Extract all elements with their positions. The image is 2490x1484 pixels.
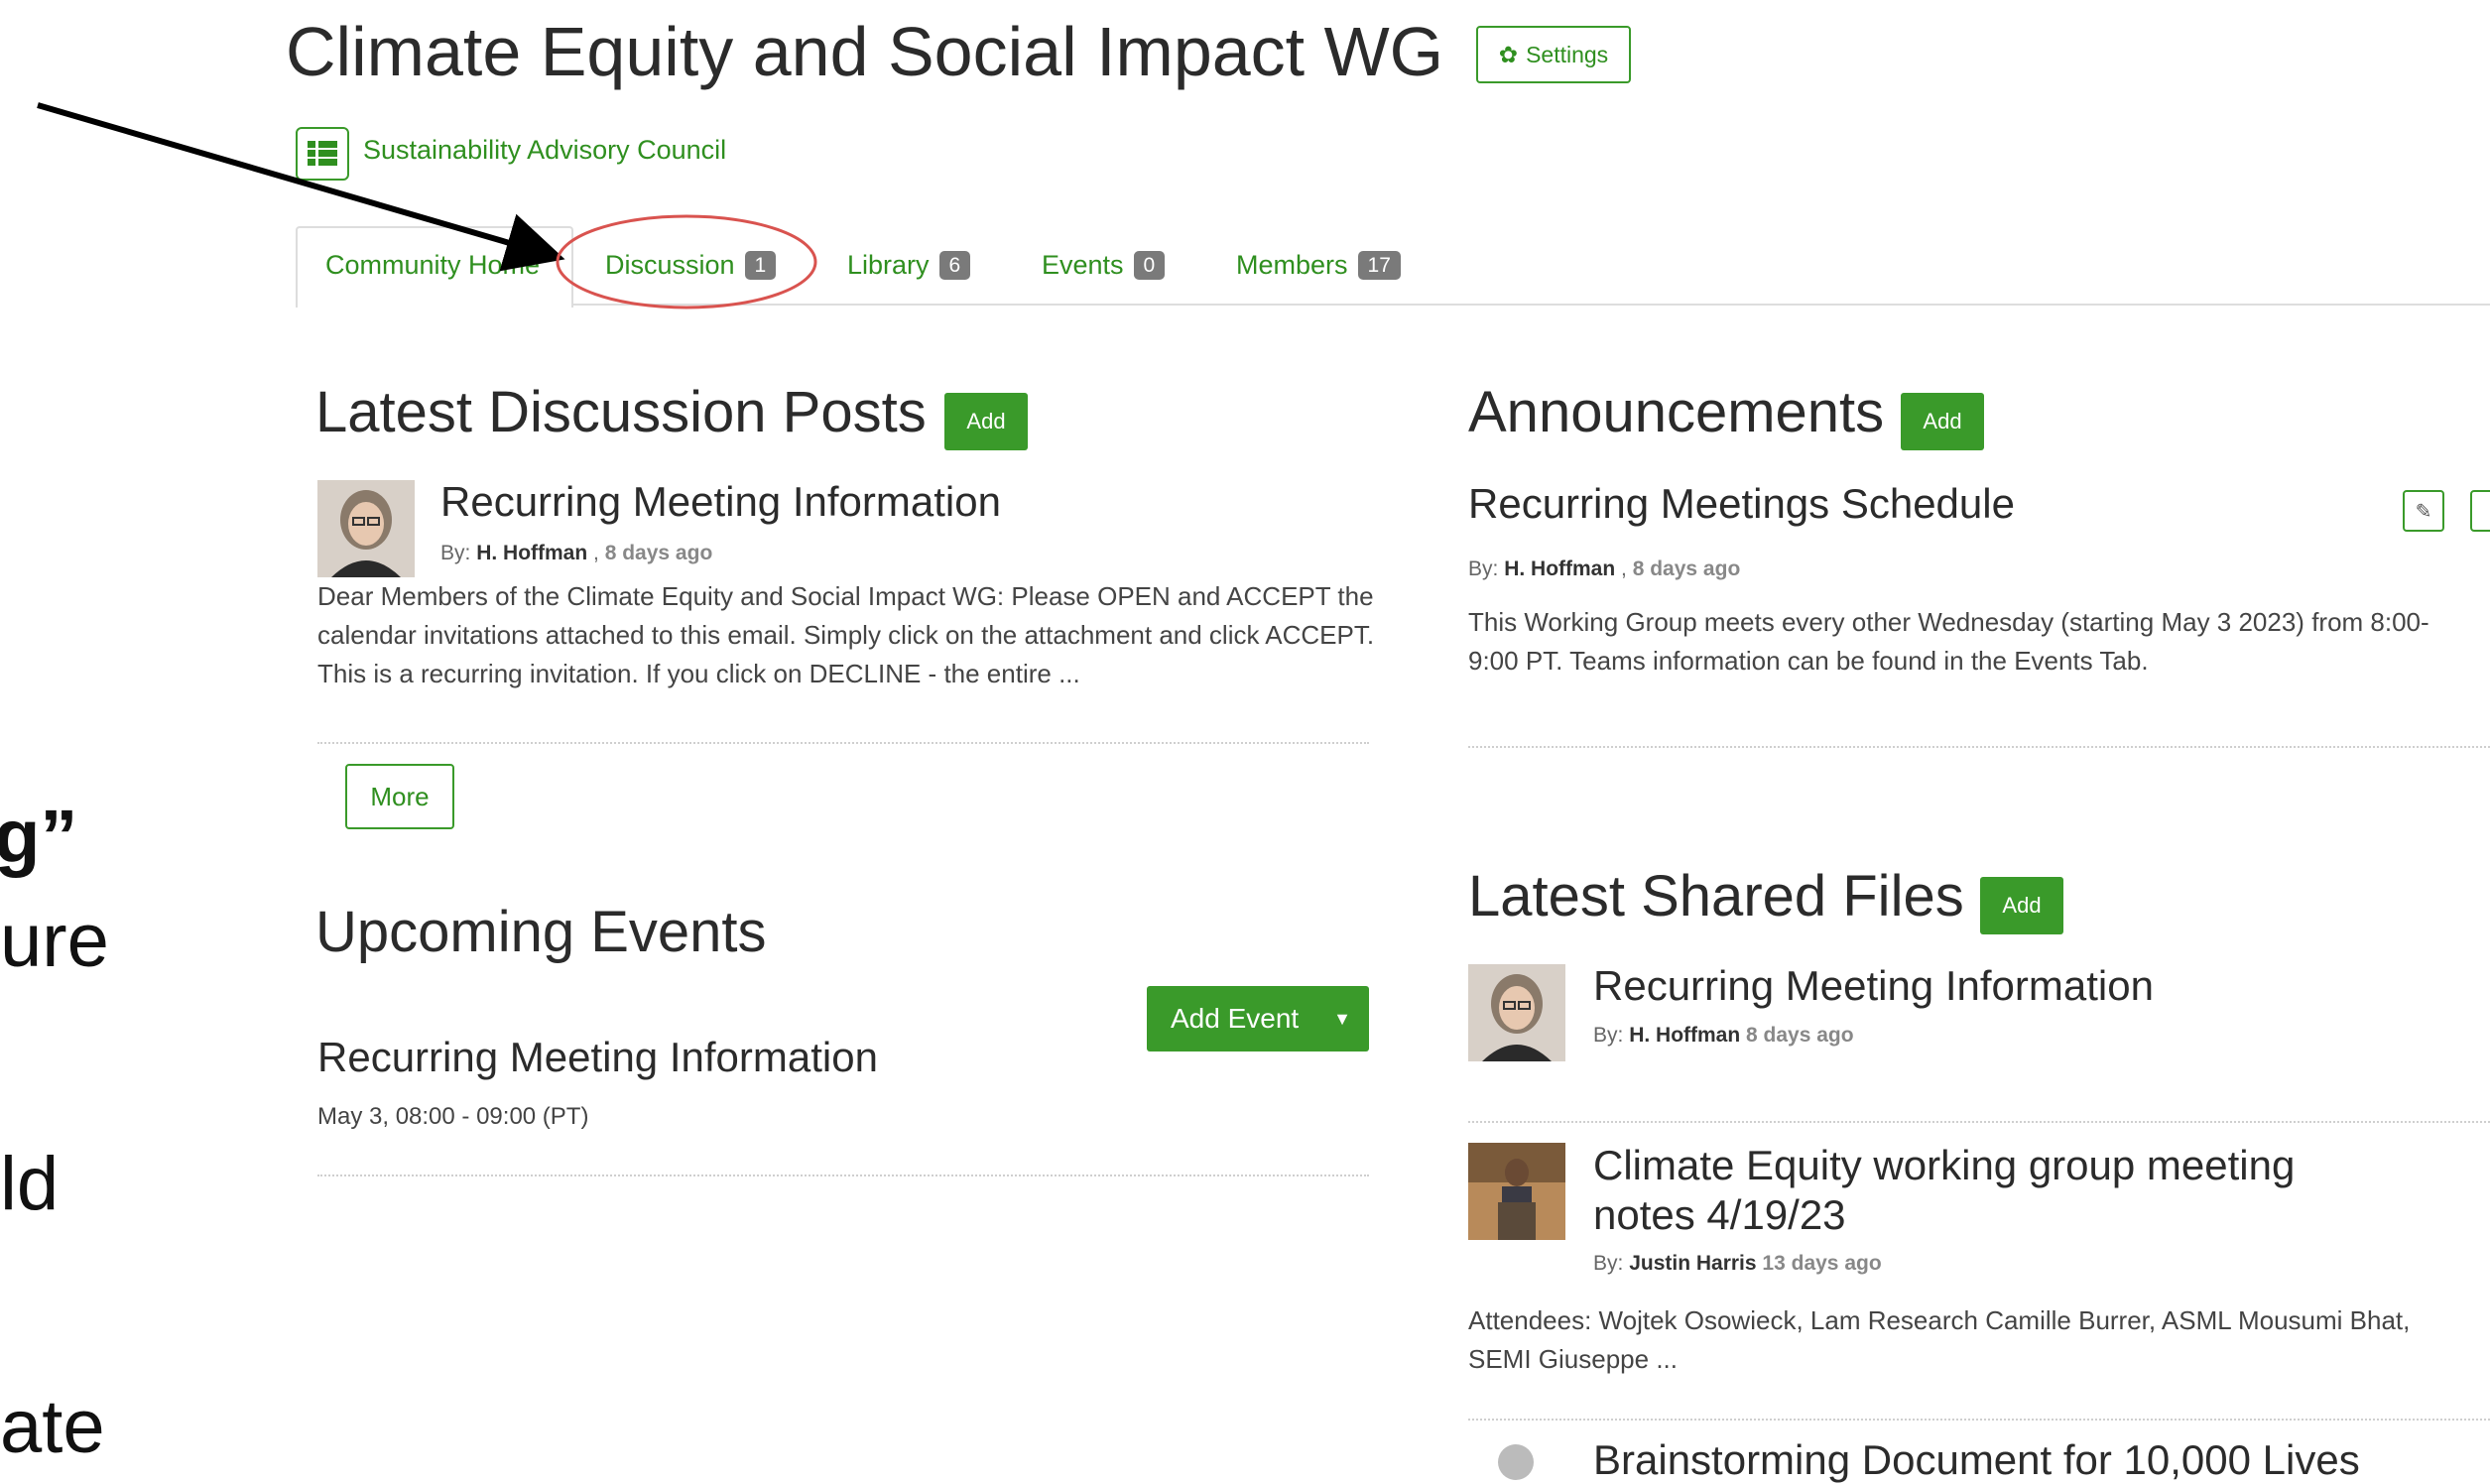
post-date: 8 days ago xyxy=(1632,557,1741,580)
file-byline: By: Justin Harris 13 days ago xyxy=(1593,1252,1882,1276)
files-heading: Latest Shared Files xyxy=(1468,864,1964,928)
divider xyxy=(1468,746,2490,748)
announcement-title[interactable]: Recurring Meetings Schedule xyxy=(1468,480,2015,528)
event-title[interactable]: Recurring Meeting Information xyxy=(317,1034,878,1081)
file-title[interactable]: Brainstorming Document for 10,000 Lives xyxy=(1593,1436,2360,1484)
add-discussion-button[interactable]: Add xyxy=(944,393,1028,450)
add-file-button[interactable]: Add xyxy=(1980,877,2063,934)
more-button[interactable]: More xyxy=(345,764,454,829)
by-label: By: xyxy=(1593,1024,1624,1047)
by-label: By: xyxy=(1593,1252,1624,1275)
by-label: By: xyxy=(440,542,471,564)
avatar[interactable] xyxy=(1498,1444,1534,1480)
author-link[interactable]: H. Hoffman xyxy=(1504,557,1615,580)
discussion-heading: Latest Discussion Posts xyxy=(315,380,927,444)
divider xyxy=(1468,1419,2490,1421)
by-label: By: xyxy=(1468,557,1499,580)
avatar[interactable] xyxy=(1468,1143,1565,1240)
avatar[interactable] xyxy=(317,480,415,577)
separator: , xyxy=(593,542,599,564)
post-excerpt: Dear Members of the Climate Equity and S… xyxy=(317,581,1375,688)
person-avatar-icon xyxy=(1468,964,1565,1061)
annotation-overlay xyxy=(37,102,817,309)
file-title[interactable]: Recurring Meeting Information xyxy=(1593,962,2154,1010)
author-link[interactable]: Justin Harris xyxy=(1629,1252,1756,1275)
author-link[interactable]: H. Hoffman xyxy=(476,542,587,564)
delete-button[interactable] xyxy=(2470,490,2490,532)
edit-button[interactable]: ✎ xyxy=(2403,490,2444,532)
separator: , xyxy=(1621,557,1627,580)
pencil-icon: ✎ xyxy=(2415,500,2432,523)
avatar[interactable] xyxy=(1468,964,1565,1061)
highlight-ellipse xyxy=(556,214,817,309)
events-heading: Upcoming Events xyxy=(315,900,767,964)
add-event-label: Add Event xyxy=(1171,1003,1300,1034)
divider xyxy=(317,1175,1369,1176)
add-announcement-button[interactable]: Add xyxy=(1901,393,1984,450)
file-title-line: Climate Equity working group meeting xyxy=(1593,1142,2296,1188)
event-datetime: May 3, 08:00 - 09:00 (PT) xyxy=(317,1103,589,1130)
announcement-body: This Working Group meets every other Wed… xyxy=(1468,607,2429,676)
file-date: 13 days ago xyxy=(1762,1252,1882,1275)
divider xyxy=(317,742,1369,744)
announcements-heading: Announcements xyxy=(1468,380,1885,444)
author-link[interactable]: H. Hoffman xyxy=(1629,1024,1740,1047)
post-title[interactable]: Recurring Meeting Information xyxy=(440,478,1001,526)
file-excerpt: Attendees: Wojtek Osowieck, Lam Research… xyxy=(1468,1305,2411,1374)
caret-down-icon[interactable]: ▼ xyxy=(1333,1009,1351,1030)
file-date: 8 days ago xyxy=(1746,1024,1854,1047)
divider xyxy=(1468,1121,2490,1123)
speaker-avatar-icon xyxy=(1468,1143,1565,1240)
file-title-line: notes 4/19/23 xyxy=(1593,1191,1846,1238)
post-date: 8 days ago xyxy=(604,542,713,564)
post-byline: By: H. Hoffman , 8 days ago xyxy=(440,542,712,565)
add-event-button[interactable]: Add Event ▼ xyxy=(1147,986,1369,1051)
file-byline: By: H. Hoffman 8 days ago xyxy=(1593,1024,1854,1048)
file-title[interactable]: Climate Equity working group meeting not… xyxy=(1593,1141,2295,1240)
person-avatar-icon xyxy=(317,480,415,577)
announcement-byline: By: H. Hoffman , 8 days ago xyxy=(1468,557,1740,581)
arrow-annotation xyxy=(37,102,565,272)
